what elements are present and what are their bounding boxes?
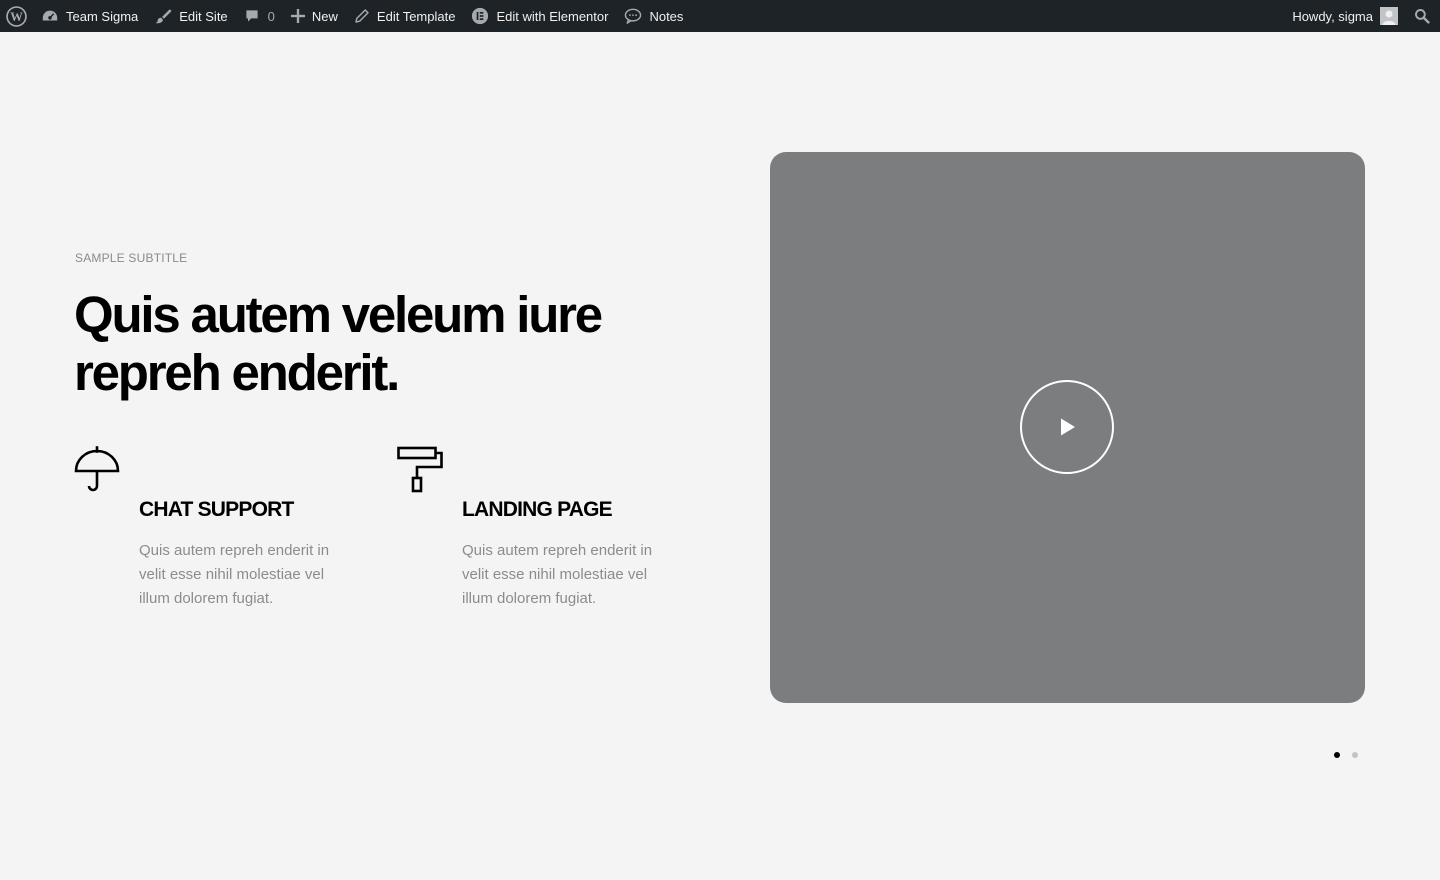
edit-site-link[interactable]: Edit Site bbox=[146, 0, 235, 32]
wordpress-logo-menu[interactable]: W bbox=[0, 0, 33, 32]
notes-link[interactable]: Notes bbox=[616, 0, 691, 32]
umbrella-icon bbox=[74, 446, 120, 492]
hero-subtitle: SAMPLE SUBTITLE bbox=[75, 251, 188, 265]
elementor-icon bbox=[472, 7, 489, 25]
comment-bubble-icon bbox=[246, 10, 258, 22]
feature-description: Quis autem repreh enderit in velit esse … bbox=[139, 542, 330, 607]
site-name-label: Team Sigma bbox=[66, 8, 139, 24]
new-content-menu[interactable]: New bbox=[283, 0, 346, 32]
hero-headline: Quis autem veleum iure repreh enderit. bbox=[74, 286, 603, 401]
my-account-menu[interactable]: Howdy, sigma bbox=[1284, 0, 1406, 32]
user-silhouette-icon bbox=[1382, 10, 1396, 25]
notes-label: Notes bbox=[649, 8, 684, 24]
admin-bar-right: Howdy, sigma bbox=[1284, 0, 1440, 32]
play-button[interactable] bbox=[1020, 380, 1114, 474]
edit-template-label: Edit Template bbox=[376, 8, 456, 24]
edit-with-elementor-link[interactable]: Edit with Elementor bbox=[463, 0, 616, 32]
brush-icon bbox=[156, 9, 172, 24]
wordpress-logo-icon: W bbox=[6, 5, 27, 27]
notes-bubble-icon bbox=[625, 8, 642, 24]
feature-title: LANDING PAGE bbox=[462, 498, 613, 521]
slider-pagination bbox=[1334, 752, 1358, 758]
feature-title: CHAT SUPPORT bbox=[139, 498, 294, 521]
edit-site-label: Edit Site bbox=[179, 8, 228, 24]
feature-description: Quis autem repreh enderit in velit esse … bbox=[462, 542, 653, 607]
howdy-label: Howdy, sigma bbox=[1292, 8, 1373, 24]
svg-text:W: W bbox=[10, 9, 23, 23]
edit-template-link[interactable]: Edit Template bbox=[346, 0, 464, 32]
pencil-icon bbox=[355, 9, 369, 23]
admin-search-button[interactable] bbox=[1406, 0, 1440, 32]
admin-bar-left: W Team Sigma Edit Site 0 New Edit Templa… bbox=[0, 0, 691, 32]
slider-dot-2[interactable] bbox=[1352, 752, 1358, 758]
plus-icon bbox=[290, 9, 305, 23]
dashboard-icon bbox=[42, 10, 58, 21]
slider-dot-1[interactable] bbox=[1334, 752, 1340, 758]
paint-roller-icon bbox=[397, 446, 443, 493]
site-name-menu[interactable]: Team Sigma bbox=[33, 0, 146, 32]
play-icon bbox=[1061, 418, 1075, 436]
comments-link[interactable]: 0 bbox=[236, 0, 283, 32]
admin-bar: W Team Sigma Edit Site 0 New Edit Templa… bbox=[0, 0, 1440, 32]
comments-count: 0 bbox=[267, 8, 275, 24]
avatar bbox=[1380, 7, 1398, 25]
search-icon bbox=[1415, 9, 1430, 24]
edit-with-elementor-label: Edit with Elementor bbox=[496, 8, 609, 24]
video-player[interactable] bbox=[770, 152, 1365, 703]
new-label: New bbox=[311, 8, 338, 24]
